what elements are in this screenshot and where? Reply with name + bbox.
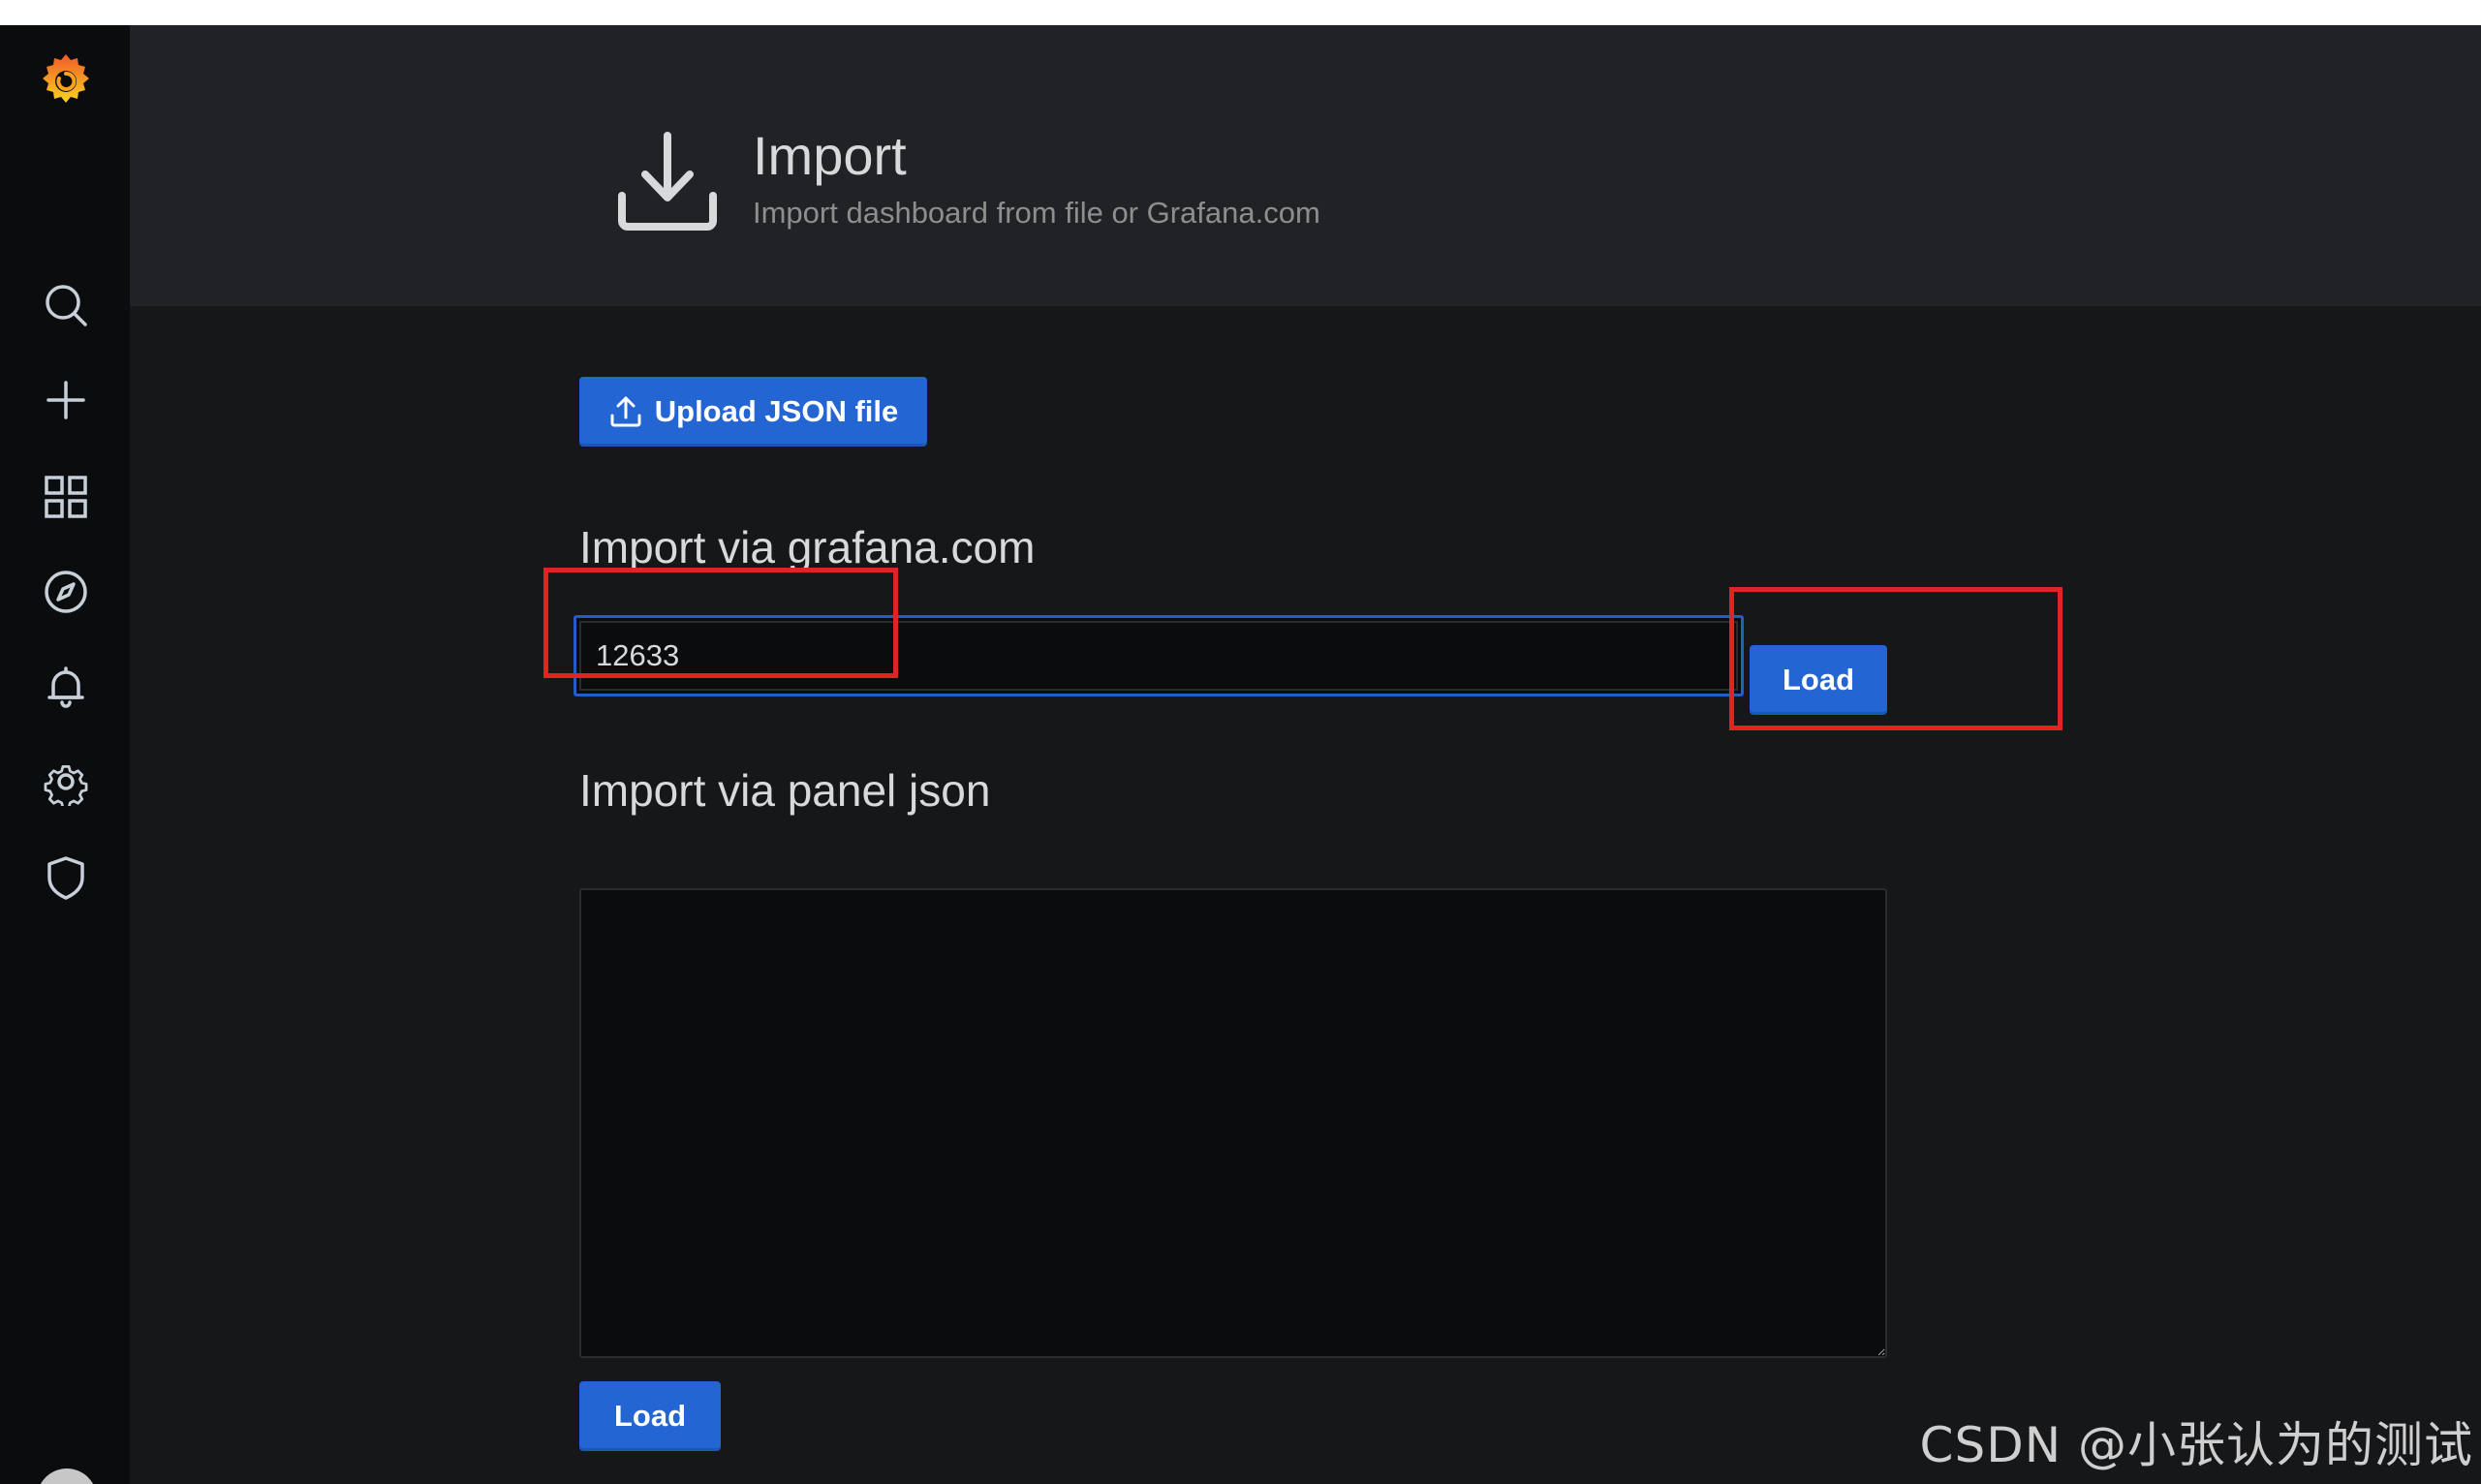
sidebar-item-explore[interactable] <box>36 562 96 622</box>
bell-icon <box>47 666 84 708</box>
sidebar-item-dashboards[interactable] <box>36 467 96 527</box>
page-header: Import Import dashboard from file or Gra… <box>130 25 2481 306</box>
import-panel-json-title: Import via panel json <box>579 765 991 816</box>
search-icon <box>46 285 87 326</box>
sidebar-item-search[interactable] <box>36 275 96 335</box>
panel-json-load-button[interactable]: Load <box>579 1381 721 1451</box>
sidebar-item-create[interactable] <box>36 370 96 430</box>
upload-json-button[interactable]: Upload JSON file <box>579 377 927 447</box>
grafana-com-load-button[interactable]: Load <box>1750 645 1887 715</box>
compass-icon <box>45 571 87 613</box>
watermark: CSDN @小张认为的测试 <box>1919 1417 2473 1473</box>
grafana-logo-icon[interactable] <box>37 50 95 108</box>
plus-icon <box>47 381 85 419</box>
panel-json-textarea[interactable] <box>579 888 1887 1358</box>
user-avatar[interactable] <box>37 1469 97 1484</box>
grafana-com-id-input[interactable] <box>574 615 1744 696</box>
gear-icon <box>44 765 88 806</box>
grafana-app: Import Import dashboard from file or Gra… <box>0 25 2481 1484</box>
dashboards-grid-icon <box>45 476 87 518</box>
upload-json-label: Upload JSON file <box>654 394 899 428</box>
page-title: Import <box>753 125 907 186</box>
page-subtitle: Import dashboard from file or Grafana.co… <box>753 196 1320 230</box>
shield-icon <box>47 856 84 900</box>
import-grafana-com-title: Import via grafana.com <box>579 522 1036 572</box>
upload-icon <box>610 396 641 427</box>
sidebar-item-server-admin[interactable] <box>36 848 96 908</box>
sidebar-item-configuration[interactable] <box>36 752 96 812</box>
import-download-icon <box>618 132 717 231</box>
sidebar <box>0 25 130 1484</box>
sidebar-item-alerting[interactable] <box>36 657 96 717</box>
